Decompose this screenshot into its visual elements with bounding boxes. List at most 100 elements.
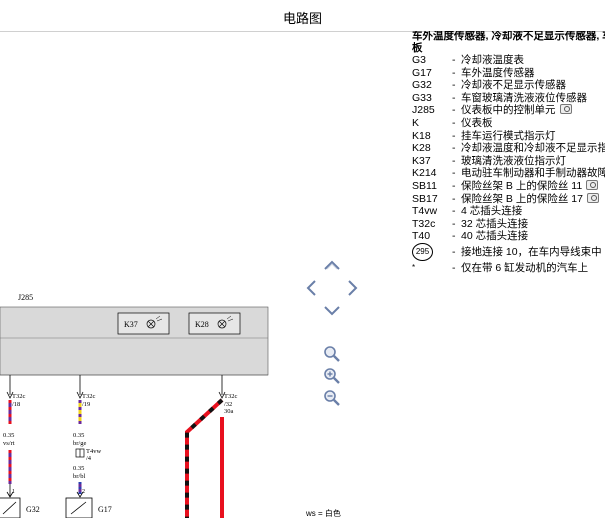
legend-dash: - <box>452 230 456 243</box>
legend-code: SB17 <box>412 192 438 205</box>
legend-item-t32c: T32c -32 芯插头连接 <box>412 218 605 231</box>
legend-desc: 电动驻车制动器和手制动器故障 <box>461 167 605 180</box>
legend-desc: 玻璃清洗液液位指示灯 <box>461 155 566 168</box>
legend-code: T32c <box>412 217 436 230</box>
legend-code: G17 <box>412 66 432 79</box>
legend-dash: - <box>452 217 456 230</box>
legend-desc: 仪表板中的控制单元 <box>461 104 572 117</box>
legend-desc: 冷却液温度表 <box>461 54 524 67</box>
conn3-name: T32c <box>224 393 237 400</box>
legend-desc-text: 玻璃清洗液液位指示灯 <box>461 154 566 167</box>
conn2-pin: /19 <box>82 401 90 408</box>
legend-code: J285 <box>412 104 435 117</box>
legend-desc-text: 仪表板 <box>461 116 493 129</box>
legend-desc: 冷却液温度和冷却液不足显示指 <box>461 142 605 155</box>
legend-code: G3 <box>412 54 427 66</box>
legend-desc-text: 车窗玻璃清洗液液位传感器 <box>461 91 587 104</box>
legend-heading: 车外温度传感器, 冷却液不足显示传感器, 车 <box>412 31 605 42</box>
camera-icon[interactable] <box>586 179 599 190</box>
wire1-color: vs/rt <box>3 440 15 447</box>
wire2-size: 0.35 <box>73 432 84 439</box>
legend-item-g3: G3 - 冷却液温度表 <box>412 54 605 67</box>
camera-icon[interactable] <box>559 104 572 115</box>
t4vw-pin: /4 <box>86 455 92 462</box>
circuit-diagram[interactable]: J285 K37 K28 T32c /18 0.35 vs/rt T32c /1… <box>0 32 410 518</box>
legend-code: K214 <box>412 167 437 180</box>
g32-label: G32 <box>26 505 40 514</box>
legend-code: SB11 <box>412 179 437 192</box>
legend-dash: - <box>452 245 456 258</box>
connector-t4vw[interactable]: T4vw /4 <box>75 448 101 462</box>
legend-dash: - <box>452 205 456 218</box>
conn2-name: T32c <box>82 393 95 400</box>
legend-item-g33: G33 - 车窗玻璃清洗液液位传感器 <box>412 92 605 105</box>
legend-item-k28: K28 - 冷却液温度和冷却液不足显示指 <box>412 142 605 155</box>
legend-code: T4vw <box>412 205 438 218</box>
legend-dash: - <box>452 154 456 167</box>
zoom-fit-icon[interactable] <box>320 342 344 366</box>
legend-dash: - <box>452 54 456 66</box>
pin2-label: 2 <box>82 489 85 495</box>
legend-desc-text: 冷却液不足显示传感器 <box>461 79 566 92</box>
legend-dash: - <box>452 91 456 104</box>
legend-desc-text: 仪表板中的控制单元 <box>461 104 556 117</box>
legend-desc-text: 电动驻车制动器和手制动器故障 <box>461 167 605 180</box>
legend-dash: - <box>452 261 456 274</box>
legend-desc-text: 保险丝架 B 上的保险丝 17 <box>461 192 583 205</box>
legend-desc-text: 冷却液温度表 <box>461 54 524 66</box>
star-symbol: * <box>412 262 416 272</box>
legend-desc-text: 冷却液温度和冷却液不足显示指 <box>461 142 605 155</box>
module-label-j285: J285 <box>18 293 33 302</box>
pan-up-icon[interactable] <box>320 254 344 278</box>
legend-ground-row: 295 - 接地连接 10，在车内导线束中 <box>412 242 605 261</box>
legend-desc-text: 4 芯插头连接 <box>461 205 523 218</box>
legend-desc-text: 32 芯插头连接 <box>461 217 529 230</box>
k37-label: K37 <box>124 320 138 329</box>
legend-code: T40 <box>412 230 431 243</box>
legend-desc: 车窗玻璃清洗液液位传感器 <box>461 92 587 105</box>
legend-dash: - <box>452 116 456 129</box>
ground-symbol-icon: 295 <box>412 242 433 261</box>
legend-desc: 32 芯插头连接 <box>461 218 528 231</box>
zoom-out-icon[interactable] <box>320 386 344 410</box>
legend-dash: - <box>452 66 456 79</box>
conn3-pin2: 30a <box>224 408 234 415</box>
camera-icon[interactable] <box>586 192 599 203</box>
legend-dash: - <box>452 129 456 142</box>
sensor-g17[interactable]: 2 G17 <box>65 489 112 518</box>
legend-code: K18 <box>412 129 431 142</box>
pan-right-icon[interactable] <box>340 276 364 300</box>
t4vw-name: T4vw <box>86 448 101 455</box>
k28-component[interactable]: K28 <box>188 312 241 335</box>
zoom-in-icon[interactable] <box>320 364 344 388</box>
legend-item-sb17: SB17 - 保险丝架 B 上的保险丝 17 <box>412 192 605 206</box>
legend-desc: 仪表板 <box>461 117 493 130</box>
legend-desc-text: 车外温度传感器 <box>461 66 535 79</box>
conn3-pin: /32 <box>224 401 232 408</box>
legend-item-k18: K18 - 挂车运行模式指示灯 <box>412 130 605 143</box>
pan-down-icon[interactable] <box>320 298 344 322</box>
legend-dash: - <box>452 104 456 117</box>
conn1-pin: /18 <box>12 401 20 408</box>
legend-item-sb11: SB11 - 保险丝架 B 上的保险丝 11 <box>412 179 605 193</box>
legend-desc: 保险丝架 B 上的保险丝 17 <box>461 192 599 206</box>
star-desc: 仅在带 6 缸发动机的汽车上 <box>461 261 589 274</box>
legend-item-k37: K37 - 玻璃清洗液液位指示灯 <box>412 155 605 168</box>
connector-t32c-32[interactable]: T32c /32 30a <box>218 375 237 415</box>
sensor-g32[interactable]: 1 G32 <box>0 484 40 518</box>
ground-desc: 接地连接 10，在车内导线束中 <box>461 245 602 258</box>
legend-item-k214: K214 - 电动驻车制动器和手制动器故障 <box>412 167 605 180</box>
legend-panel: 车外温度传感器, 冷却液不足显示传感器, 车 板 G3- 冷却液温度表 G17- 车外… <box>412 31 605 321</box>
legend-code: G33 <box>412 91 432 104</box>
k37-component[interactable]: K37 <box>117 312 170 335</box>
legend-code: K37 <box>412 154 431 167</box>
legend-star-row: * - 仅在带 6 缸发动机的汽车上 <box>412 262 605 275</box>
legend-item-k: K - 仪表板 <box>412 117 605 130</box>
legend-list: G3- 冷却液温度表 G17- 车外温度传感器 G32- 冷却液不足显示传感器 G33- 车窗… <box>412 54 605 243</box>
color-abbreviation-note: ws = 白色 <box>306 509 341 518</box>
legend-code: G32 <box>412 79 432 92</box>
pan-left-icon[interactable] <box>300 276 324 300</box>
legend-desc: 4 芯插头连接 <box>461 205 522 218</box>
legend-heading-cont: 板 <box>412 42 423 54</box>
legend-code: K28 <box>412 142 431 155</box>
